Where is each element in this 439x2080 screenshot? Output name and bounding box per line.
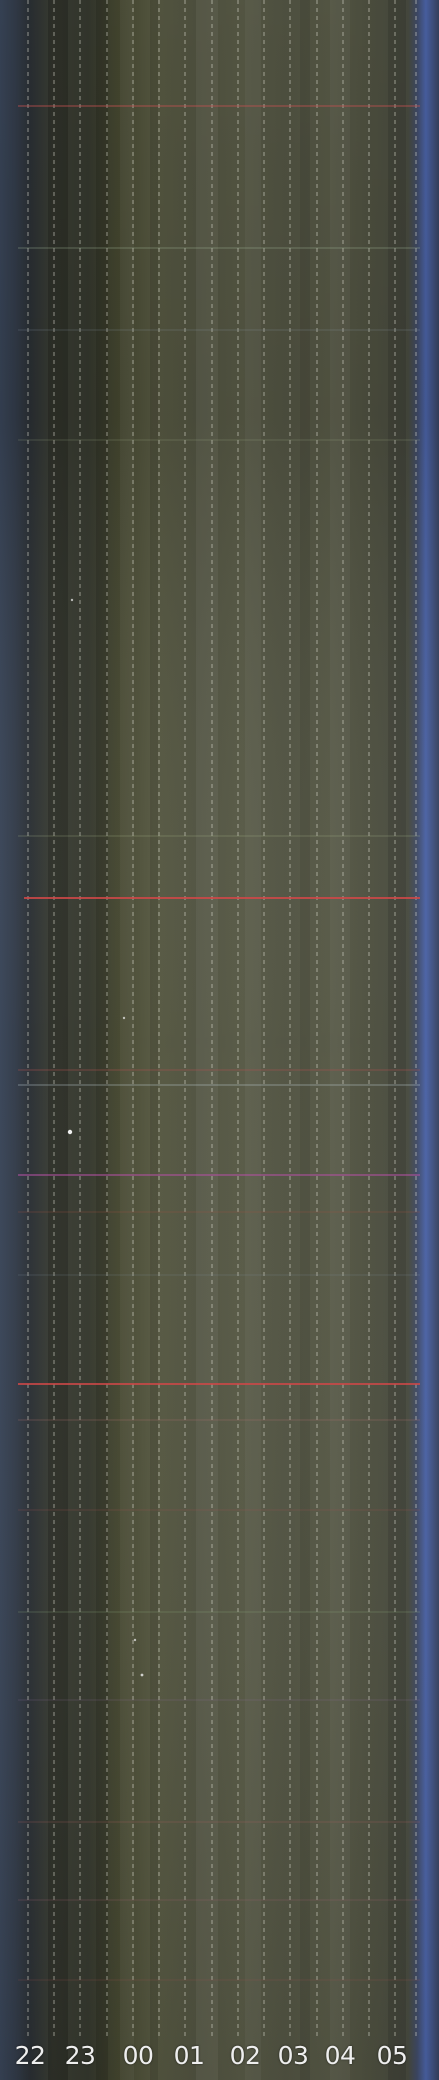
keogram-image bbox=[0, 0, 439, 2080]
time-axis: 22 23 00 01 02 03 04 05 bbox=[0, 2036, 439, 2076]
time-label-05: 05 bbox=[376, 2041, 408, 2070]
time-label-00: 00 bbox=[122, 2041, 154, 2070]
time-label-01: 01 bbox=[173, 2041, 205, 2070]
time-label-03: 03 bbox=[277, 2041, 309, 2070]
time-label-04: 04 bbox=[324, 2041, 356, 2070]
time-label-02: 02 bbox=[229, 2041, 261, 2070]
time-label-23: 23 bbox=[64, 2041, 96, 2070]
time-label-22: 22 bbox=[14, 2041, 46, 2070]
